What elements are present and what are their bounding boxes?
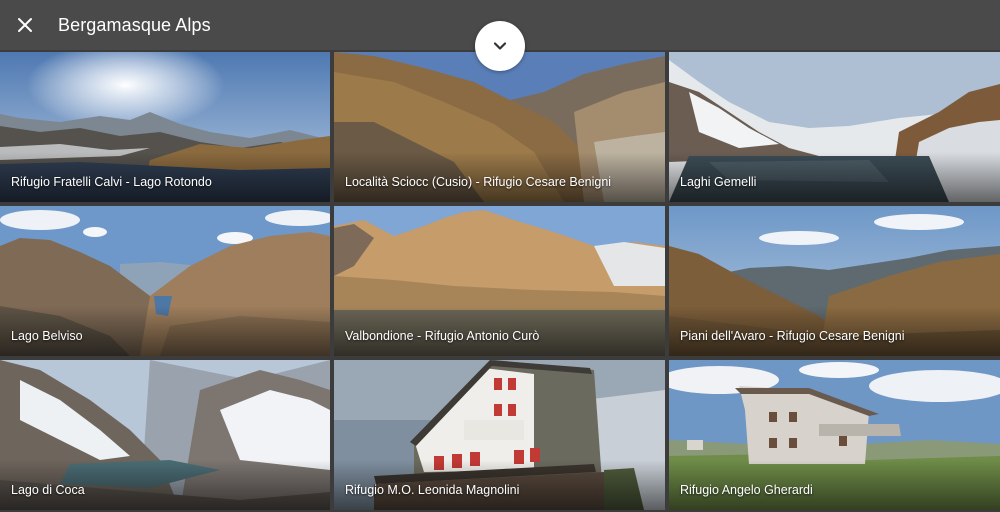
photo-tile[interactable]: Rifugio Angelo Gherardi <box>669 360 1000 510</box>
tile-label: Località Sciocc (Cusio) - Rifugio Cesare… <box>345 175 612 189</box>
photo-tile[interactable]: Lago di Coca <box>0 360 330 510</box>
tile-label: Laghi Gemelli <box>680 175 757 189</box>
tile-label: Piani dell'Avaro - Rifugio Cesare Benign… <box>680 329 905 343</box>
tile-label: Lago Belviso <box>11 329 83 343</box>
tile-label: Lago di Coca <box>11 483 85 497</box>
photo-tile[interactable]: Rifugio Fratelli Calvi - Lago Rotondo <box>0 52 330 202</box>
tile-label: Valbondione - Rifugio Antonio Curò <box>345 329 540 343</box>
tile-label: Rifugio Fratelli Calvi - Lago Rotondo <box>11 175 212 189</box>
photo-tile[interactable]: Lago Belviso <box>0 206 330 356</box>
close-icon <box>18 18 32 32</box>
page-title: Bergamasque Alps <box>58 14 211 35</box>
photo-tile[interactable]: Rifugio M.O. Leonida Magnolini <box>334 360 665 510</box>
collapse-button[interactable] <box>475 21 525 71</box>
photo-tile[interactable]: Località Sciocc (Cusio) - Rifugio Cesare… <box>334 52 665 202</box>
close-button[interactable] <box>0 0 50 50</box>
chevron-down-icon <box>493 42 507 50</box>
photo-tile[interactable]: Laghi Gemelli <box>669 52 1000 202</box>
photo-tile[interactable]: Piani dell'Avaro - Rifugio Cesare Benign… <box>669 206 1000 356</box>
photo-tile[interactable]: Valbondione - Rifugio Antonio Curò <box>334 206 665 356</box>
photo-grid: Rifugio Fratelli Calvi - Lago Rotondo Lo… <box>0 50 1000 512</box>
tile-label: Rifugio Angelo Gherardi <box>680 483 813 497</box>
tile-label: Rifugio M.O. Leonida Magnolini <box>345 483 520 497</box>
